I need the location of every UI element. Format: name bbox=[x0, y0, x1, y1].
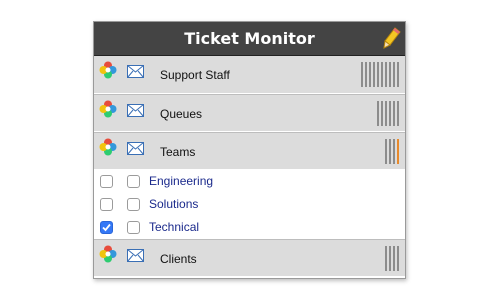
status-bar bbox=[373, 62, 375, 87]
app-logo-icon[interactable] bbox=[99, 245, 117, 263]
status-bar bbox=[393, 62, 395, 87]
status-bar bbox=[377, 101, 379, 126]
row-queues[interactable]: Queues bbox=[94, 94, 405, 132]
status-bar bbox=[377, 62, 379, 87]
pencil-icon[interactable] bbox=[383, 27, 401, 49]
status-bar bbox=[389, 101, 391, 126]
team-link-label[interactable]: Engineering bbox=[149, 170, 213, 193]
team-checkbox[interactable] bbox=[127, 198, 140, 211]
row-teams[interactable]: Teams bbox=[94, 132, 405, 170]
envelope-icon[interactable] bbox=[127, 65, 144, 78]
checkmark-icon bbox=[102, 223, 111, 232]
envelope-icon[interactable] bbox=[127, 142, 144, 155]
status-bars bbox=[385, 139, 399, 164]
status-bars bbox=[361, 62, 399, 87]
status-bar bbox=[361, 62, 363, 87]
team-link-label[interactable]: Technical bbox=[149, 216, 199, 239]
status-bar bbox=[393, 139, 395, 164]
team-checkbox[interactable] bbox=[127, 175, 140, 188]
widget-header: Ticket Monitor bbox=[94, 22, 405, 56]
app-logo-icon[interactable] bbox=[99, 100, 117, 118]
status-bar bbox=[369, 62, 371, 87]
status-bar bbox=[381, 101, 383, 126]
row-checkbox[interactable] bbox=[100, 198, 113, 211]
status-bar bbox=[365, 62, 367, 87]
row-support-staff[interactable]: Support Staff bbox=[94, 56, 405, 94]
status-bar bbox=[389, 62, 391, 87]
row-label: Clients bbox=[160, 252, 197, 266]
team-item-engineering: Engineering bbox=[94, 170, 405, 193]
status-bar bbox=[389, 246, 391, 271]
team-link-label[interactable]: Solutions bbox=[149, 193, 198, 216]
row-clients[interactable]: Clients bbox=[94, 239, 405, 277]
status-bar bbox=[385, 101, 387, 126]
status-bars bbox=[377, 101, 399, 126]
status-bar bbox=[389, 139, 391, 164]
team-item-solutions: Solutions bbox=[94, 193, 405, 216]
app-logo-icon[interactable] bbox=[99, 61, 117, 79]
row-label: Queues bbox=[160, 107, 203, 121]
envelope-icon[interactable] bbox=[127, 104, 144, 117]
status-bar bbox=[393, 246, 395, 271]
widget-title: Ticket Monitor bbox=[184, 29, 315, 48]
status-bar bbox=[381, 62, 383, 87]
team-item-technical: Technical bbox=[94, 216, 405, 239]
row-checkbox[interactable] bbox=[100, 175, 113, 188]
team-checkbox[interactable] bbox=[127, 221, 140, 234]
status-bar bbox=[397, 62, 399, 87]
status-bar bbox=[397, 101, 399, 126]
status-bar bbox=[385, 246, 387, 271]
status-bar bbox=[385, 139, 387, 164]
row-label: Support Staff bbox=[160, 68, 230, 82]
status-bar bbox=[397, 246, 399, 271]
row-label: Teams bbox=[160, 145, 196, 159]
status-bar-alert bbox=[397, 139, 399, 164]
row-checkbox[interactable] bbox=[100, 221, 113, 234]
status-bar bbox=[385, 62, 387, 87]
app-logo-icon[interactable] bbox=[99, 138, 117, 156]
status-bars bbox=[385, 246, 399, 271]
status-bar bbox=[393, 101, 395, 126]
ticket-monitor-widget: Ticket Monitor Support Staff Queues Team… bbox=[93, 21, 406, 279]
envelope-icon[interactable] bbox=[127, 249, 144, 262]
